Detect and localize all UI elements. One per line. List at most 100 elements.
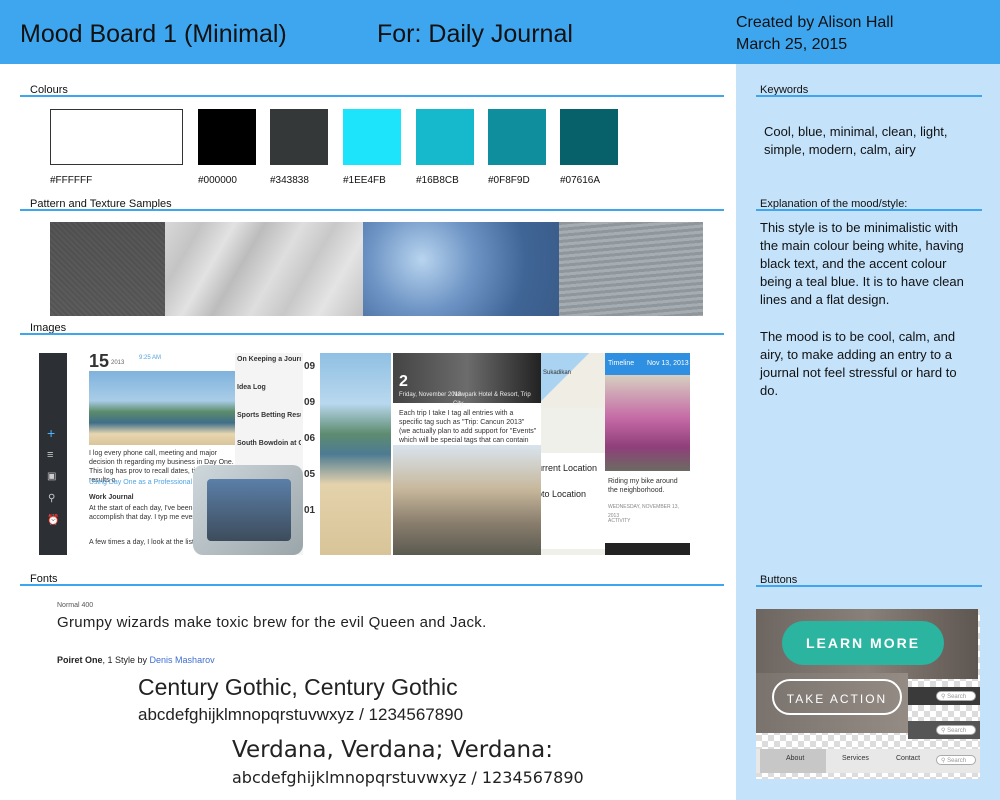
phone-photo (193, 465, 303, 555)
take-action-button[interactable]: TAKE ACTION (772, 679, 902, 715)
poiret-sample: Grumpy wizards make toxic brew for the e… (57, 614, 487, 631)
photo-date-day: 2 (399, 373, 408, 390)
date-line: March 25, 2015 (736, 36, 848, 53)
journal-heading: Work Journal (89, 494, 134, 501)
pin-icon: ⚲ (48, 493, 56, 504)
photo-text: Each trip I take I tag all entries with … (399, 410, 537, 444)
keywords-text: Cool, blue, minimal, clean, light, simpl… (764, 124, 948, 157)
verdana-chars: abcdefghijklmnopqrstuvwxyz / 1234567890 (232, 768, 584, 787)
light-nav-bar: About Services Contact ⚲ Search (756, 749, 980, 773)
verdana-title: Verdana, Verdana; Verdana: (232, 737, 553, 763)
poiret-name: Poiret One (57, 655, 103, 665)
poiret-styles: , 1 Style by (102, 655, 150, 665)
nav-about[interactable]: About (786, 755, 804, 762)
colours-rule (20, 95, 724, 97)
poiret-credit: Poiret One, 1 Style by Denis Masharov (57, 655, 215, 665)
photo-date-text: Friday, November 2013 (399, 392, 462, 398)
date-column: 09 09 06 05 01 (303, 353, 320, 555)
current-location-1: urrent Location (541, 463, 598, 473)
light-search-box[interactable]: ⚲ Search (936, 755, 976, 765)
menu-icon: ≡ (47, 449, 54, 461)
map-screenshot: Sukadikan urrent Location oto Location (541, 353, 605, 555)
colour-hex-label: #16B8CB (416, 175, 459, 186)
colour-swatch (50, 109, 183, 165)
current-location-2: oto Location (541, 489, 587, 499)
learn-more-button[interactable]: LEARN MORE (782, 621, 944, 665)
timeline-screenshot: Timeline Nov 13, 2013 Riding my bike aro… (605, 353, 690, 555)
colour-hex-label: #0F8F9D (488, 175, 530, 186)
alarm-icon: ⏰ (47, 515, 60, 526)
author-block: Created by Alison Hall March 25, 2015 (736, 12, 893, 56)
nav-contact[interactable]: Contact (896, 755, 920, 762)
century-title: Century Gothic, Century Gothic (138, 674, 458, 700)
app-sidebar: + ≡ ▣ ⚲ ⏰ (39, 353, 67, 555)
date-number: 09 (304, 397, 316, 408)
explanation-paragraph-1: This style is to be minimalistic with th… (760, 220, 964, 307)
poiret-weight: Normal 400 (57, 602, 94, 609)
calendar-icon: ▣ (47, 471, 57, 482)
activity-line: ACTIVITY (608, 518, 631, 524)
texture-linen (50, 222, 165, 316)
colour-swatch (488, 109, 546, 165)
map-water (541, 353, 605, 408)
date-number: 06 (304, 433, 316, 444)
search-placeholder-3: Search (947, 758, 967, 764)
dark-search-box[interactable]: ⚲ Search (936, 691, 976, 701)
list-item: South Bowdoin at Coll... (237, 440, 301, 447)
dark-nav-bar: ⚲ Search (908, 687, 980, 705)
date-number: 01 (304, 505, 316, 516)
timeline-label: Timeline (608, 360, 635, 367)
colour-swatch (416, 109, 474, 165)
explanation-rule (756, 209, 982, 211)
child-photo (605, 375, 690, 471)
colour-swatch (343, 109, 401, 165)
add-icon: + (47, 425, 56, 441)
colour-swatch (560, 109, 618, 165)
search-placeholder-2: Search (947, 728, 967, 734)
journal-year: 2013 (111, 360, 125, 366)
colour-hex-label: #07616A (560, 175, 601, 186)
phone-screen (207, 479, 291, 541)
texture-wood-grain (559, 222, 703, 316)
date-number: 09 (304, 361, 316, 372)
timeline-toolbar (605, 543, 690, 555)
list-item: On Keeping a Journal (237, 356, 301, 363)
photo-caption: Riding my bike around the neighborhood. (608, 478, 678, 494)
board-subject: For: Daily Journal (377, 20, 573, 48)
search-placeholder: Search (947, 694, 967, 700)
texture-galaxy (363, 222, 559, 316)
button-samples: LEARN MORE TAKE ACTION ⚲ Search ⚲ Search… (756, 609, 980, 779)
fonts-rule (20, 584, 724, 586)
board-title: Mood Board 1 (Minimal) (20, 20, 287, 48)
poiret-author-link[interactable]: Denis Masharov (150, 655, 215, 665)
colour-hex-label: #000000 (198, 175, 237, 186)
beach-photo (89, 371, 235, 445)
street-photo (393, 445, 541, 555)
colour-swatch (270, 109, 328, 165)
author-line: Created by Alison Hall (736, 14, 894, 31)
colour-hex-label: #343838 (270, 175, 309, 186)
colour-hex-label: #1EE4FB (343, 175, 386, 186)
header-bar: Mood Board 1 (Minimal) For: Daily Journa… (0, 0, 1000, 64)
texture-crumpled-paper (165, 222, 363, 316)
beach-image (320, 353, 391, 555)
century-chars: abcdefghijklmnopqrstuvwxyz / 1234567890 (138, 705, 464, 724)
date-number: 05 (304, 469, 316, 480)
dark-search-box-2[interactable]: ⚲ Search (936, 725, 976, 735)
dark-nav-bar-2: ⚲ Search (908, 721, 980, 739)
list-item: Idea Log (237, 384, 266, 391)
timeline-date: Nov 13, 2013 (647, 360, 689, 367)
list-item: Sports Betting Results (237, 412, 301, 419)
timeline-header: Timeline Nov 13, 2013 (605, 353, 690, 375)
photo-location: Newpark Hotel & Resort, Trip City... (453, 392, 531, 407)
location-panel: urrent Location oto Location (541, 453, 605, 549)
nav-services[interactable]: Services (842, 755, 869, 762)
buttons-rule (756, 585, 982, 587)
keywords-rule (756, 95, 982, 97)
map-town: Sukadikan (543, 370, 572, 376)
patterns-rule (20, 209, 724, 211)
colour-hex-label: #FFFFFF (50, 175, 93, 186)
colour-swatch (198, 109, 256, 165)
explanation-paragraph-2: The mood is to be cool, calm, and airy, … (760, 329, 957, 398)
journal-time: 9:25 AM (139, 355, 162, 361)
